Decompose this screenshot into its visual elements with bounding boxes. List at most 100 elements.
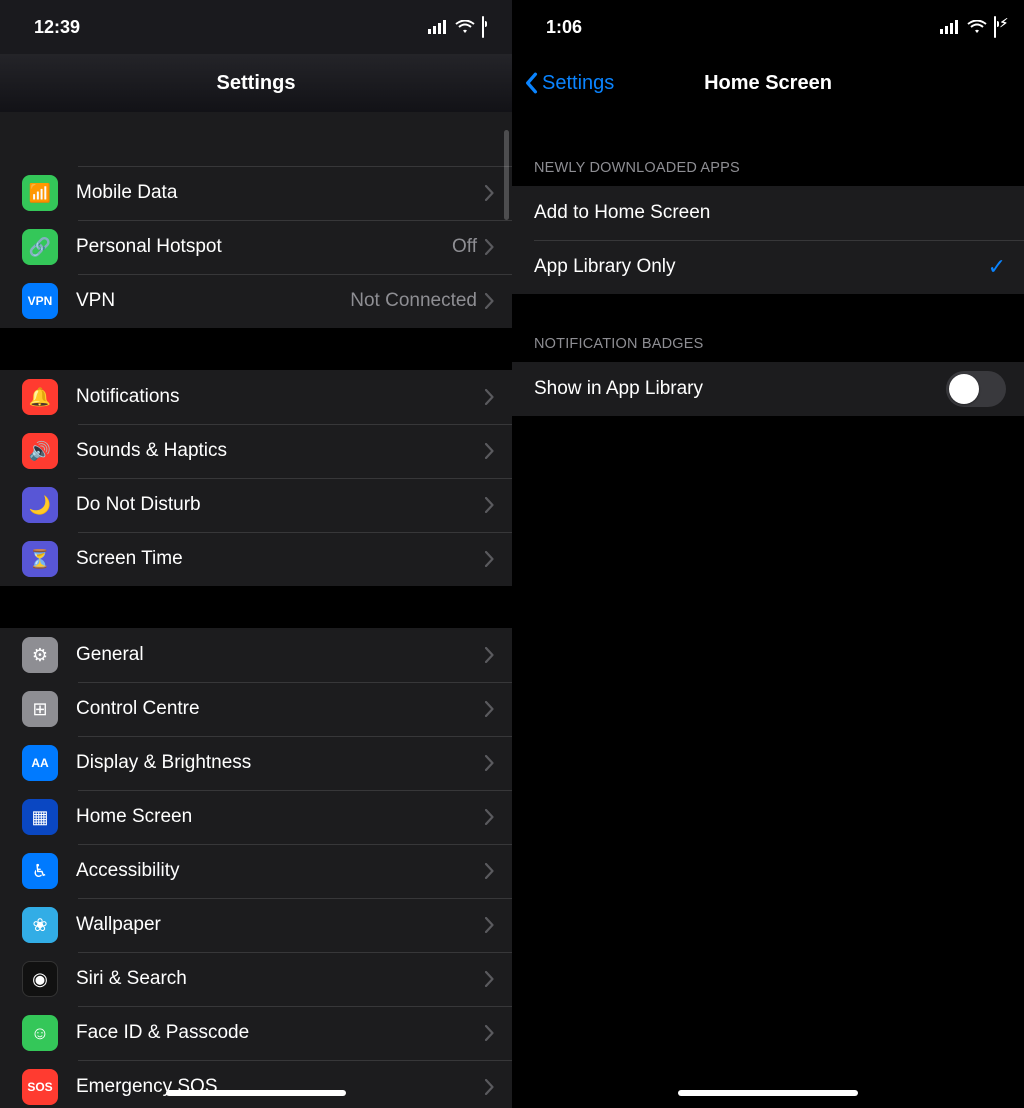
- row-label: Mobile Data: [76, 182, 485, 204]
- antenna-icon: 📶: [22, 175, 58, 211]
- chevron-right-icon: [485, 809, 494, 825]
- toggle-label: Show in App Library: [534, 378, 946, 400]
- settings-row-screen-time[interactable]: ⏳ Screen Time: [0, 532, 512, 586]
- wallpaper-icon: ❀: [22, 907, 58, 943]
- back-label: Settings: [542, 72, 614, 95]
- faceid-icon: ☺: [22, 1015, 58, 1051]
- sounds-icon: 🔊: [22, 433, 58, 469]
- chevron-right-icon: [485, 863, 494, 879]
- chevron-right-icon: [485, 239, 494, 255]
- row-value: Off: [452, 236, 477, 258]
- settings-row-notifications[interactable]: 🔔 Notifications: [0, 370, 512, 424]
- nav-bar: Settings: [0, 54, 512, 112]
- sos-icon: SOS: [22, 1069, 58, 1105]
- control-centre-icon: ⊞: [22, 691, 58, 727]
- status-bar-left: 12:39: [0, 0, 512, 54]
- settings-row-display-brightness[interactable]: AA Display & Brightness: [0, 736, 512, 790]
- row-label: Do Not Disturb: [76, 494, 485, 516]
- home-screen-settings: 1:06 ⚡︎ Settings Home Screen Newly Downl…: [512, 0, 1024, 1108]
- toggle-show-in-app-library[interactable]: Show in App Library: [512, 362, 1024, 416]
- row-label: Wallpaper: [76, 914, 485, 936]
- display-icon: AA: [22, 745, 58, 781]
- row-label: Accessibility: [76, 860, 485, 882]
- chevron-right-icon: [485, 971, 494, 987]
- status-time: 12:39: [34, 17, 80, 38]
- screentime-icon: ⏳: [22, 541, 58, 577]
- hotspot-icon: 🔗: [22, 229, 58, 265]
- chevron-right-icon: [485, 497, 494, 513]
- scrollbar[interactable]: [504, 130, 509, 220]
- row-label: Sounds & Haptics: [76, 440, 485, 462]
- back-button[interactable]: Settings: [524, 72, 614, 95]
- section-header-newly-downloaded: Newly Downloaded Apps: [512, 112, 1024, 186]
- option-label: Add to Home Screen: [534, 202, 1006, 224]
- settings-row-sounds-haptics[interactable]: 🔊 Sounds & Haptics: [0, 424, 512, 478]
- settings-row-mobile-data[interactable]: 📶 Mobile Data: [0, 166, 512, 220]
- chevron-right-icon: [485, 1025, 494, 1041]
- settings-row-personal-hotspot[interactable]: 🔗 Personal HotspotOff: [0, 220, 512, 274]
- row-value: Not Connected: [350, 290, 477, 312]
- settings-row-emergency-sos[interactable]: SOSEmergency SOS: [0, 1060, 512, 1108]
- row-label: Screen Time: [76, 548, 485, 570]
- status-icons: ⚡︎: [940, 17, 996, 38]
- notifications-icon: 🔔: [22, 379, 58, 415]
- battery-icon: [482, 17, 484, 38]
- switch[interactable]: [946, 371, 1006, 407]
- chevron-right-icon: [485, 1079, 494, 1095]
- status-time: 1:06: [546, 17, 582, 38]
- vpn-icon: VPN: [22, 283, 58, 319]
- chevron-right-icon: [485, 917, 494, 933]
- row-label: Face ID & Passcode: [76, 1022, 485, 1044]
- nav-bar: Settings Home Screen: [512, 54, 1024, 112]
- section-header-notification-badges: Notification Badges: [512, 336, 1024, 362]
- page-title: Settings: [0, 72, 512, 95]
- settings-row-control-centre[interactable]: ⊞ Control Centre: [0, 682, 512, 736]
- settings-row-wallpaper[interactable]: ❀ Wallpaper: [0, 898, 512, 952]
- home-screen-options[interactable]: Newly Downloaded Apps Add to Home Screen…: [512, 112, 1024, 1108]
- status-bar-right: 1:06 ⚡︎: [512, 0, 1024, 54]
- chevron-right-icon: [485, 755, 494, 771]
- settings-row-vpn[interactable]: VPNVPNNot Connected: [0, 274, 512, 328]
- option-label: App Library Only: [534, 256, 988, 278]
- chevron-right-icon: [485, 389, 494, 405]
- settings-row-siri-search[interactable]: ◉ Siri & Search: [0, 952, 512, 1006]
- settings-list[interactable]: 📶Mobile Data🔗Personal HotspotOffVPNVPNNo…: [0, 112, 512, 1108]
- battery-charging-icon: ⚡︎: [994, 17, 996, 38]
- signal-icon: [428, 20, 448, 34]
- settings-row-accessibility[interactable]: ♿︎ Accessibility: [0, 844, 512, 898]
- dnd-icon: 🌙: [22, 487, 58, 523]
- partial-row-top: [0, 112, 512, 166]
- option-add-to-home-screen[interactable]: Add to Home Screen: [512, 186, 1024, 240]
- home-screen-icon: ▦: [22, 799, 58, 835]
- accessibility-icon: ♿︎: [22, 853, 58, 889]
- chevron-right-icon: [485, 185, 494, 201]
- checkmark-icon: ✓: [988, 254, 1006, 280]
- home-indicator[interactable]: [166, 1090, 346, 1096]
- chevron-right-icon: [485, 701, 494, 717]
- chevron-right-icon: [485, 443, 494, 459]
- chevron-right-icon: [485, 293, 494, 309]
- settings-screen: 12:39 Settings 📶 Mobile Data 🔗 Personal Hot…: [0, 0, 512, 1108]
- row-label: Personal Hotspot: [76, 236, 452, 258]
- siri-icon: ◉: [22, 961, 58, 997]
- option-app-library-only[interactable]: App Library Only ✓: [512, 240, 1024, 294]
- settings-row-general[interactable]: ⚙︎ General: [0, 628, 512, 682]
- wifi-icon: [967, 20, 987, 34]
- row-label: General: [76, 644, 485, 666]
- wifi-icon: [455, 20, 475, 34]
- home-indicator[interactable]: [678, 1090, 858, 1096]
- chevron-right-icon: [485, 647, 494, 663]
- row-label: Siri & Search: [76, 968, 485, 990]
- row-label: Display & Brightness: [76, 752, 485, 774]
- row-label: VPN: [76, 290, 350, 312]
- row-label: Home Screen: [76, 806, 485, 828]
- row-label: Control Centre: [76, 698, 485, 720]
- chevron-right-icon: [485, 551, 494, 567]
- settings-row-home-screen[interactable]: ▦ Home Screen: [0, 790, 512, 844]
- signal-icon: [940, 20, 960, 34]
- row-label: Notifications: [76, 386, 485, 408]
- settings-row-face-id-passcode[interactable]: ☺ Face ID & Passcode: [0, 1006, 512, 1060]
- status-icons: [428, 17, 484, 38]
- settings-row-do-not-disturb[interactable]: 🌙 Do Not Disturb: [0, 478, 512, 532]
- general-icon: ⚙︎: [22, 637, 58, 673]
